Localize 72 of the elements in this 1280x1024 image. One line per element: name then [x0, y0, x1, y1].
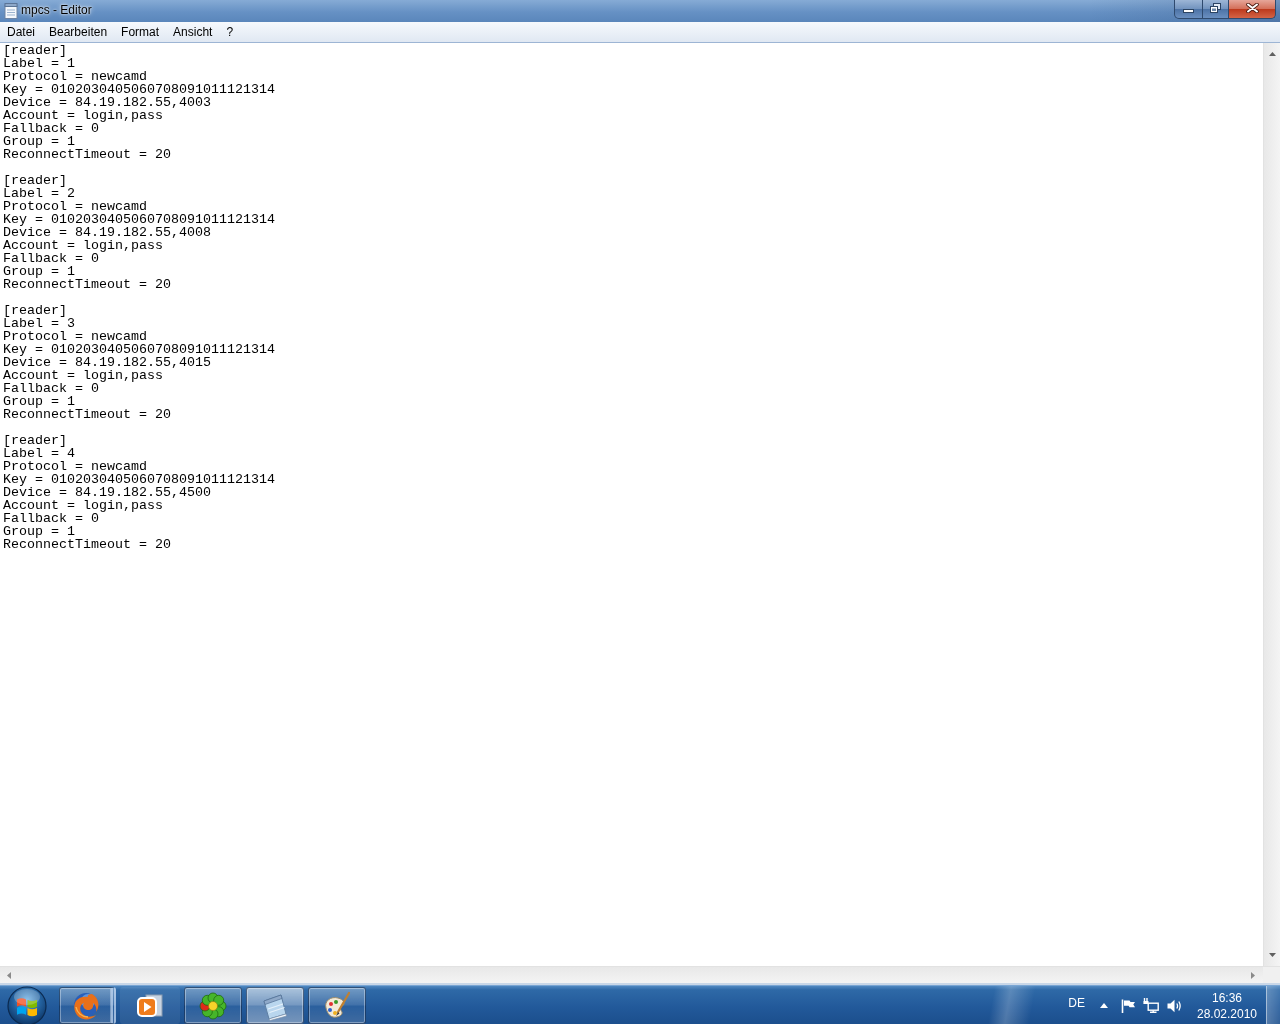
clock-date[interactable]: 28.02.2010 [1196, 1005, 1258, 1022]
window-title: mpcs - Editor [21, 2, 92, 19]
text-line: Label = 2 [3, 187, 75, 200]
language-indicator[interactable]: DE [1068, 995, 1085, 1010]
close-icon[interactable] [1245, 3, 1259, 13]
network-icon[interactable] [1143, 998, 1159, 1013]
text-line: Fallback = 0 [3, 382, 99, 395]
text-line: Protocol = newcamd [3, 200, 147, 213]
text-line: Label = 3 [3, 317, 75, 330]
menu-item[interactable]: ? [219, 22, 241, 42]
horizontal-scrollbar[interactable] [0, 966, 1263, 983]
flag-icon[interactable] [1121, 998, 1135, 1013]
minimize-button[interactable] [1174, 0, 1203, 19]
text-line: Account = login,pass [3, 239, 163, 252]
text-line: Protocol = newcamd [3, 330, 147, 343]
restore-icon[interactable] [1210, 3, 1221, 13]
text-line: Protocol = newcamd [3, 70, 147, 83]
down-arrow-icon[interactable] [1268, 953, 1276, 957]
text-line: Device = 84.19.182.55,4500 [3, 486, 211, 499]
text-line: [reader] [3, 434, 67, 447]
speaker-icon[interactable] [1167, 998, 1182, 1013]
taskbar-button[interactable] [308, 987, 366, 1024]
start-button[interactable] [7, 985, 47, 1024]
taskbar-button[interactable] [120, 987, 180, 1024]
clock-time[interactable]: 16:36 [1212, 989, 1242, 1006]
text-line: Fallback = 0 [3, 122, 99, 135]
text-line: Group = 1 [3, 395, 75, 408]
text-line: Protocol = newcamd [3, 460, 147, 473]
text-line: ReconnectTimeout = 20 [3, 278, 171, 291]
text-line: ReconnectTimeout = 20 [3, 538, 171, 551]
text-line: ReconnectTimeout = 20 [3, 408, 171, 421]
text-line: Key = 0102030405060708091011121314 [3, 473, 275, 486]
text-line: Group = 1 [3, 525, 75, 538]
menu-item[interactable]: Datei [0, 22, 42, 42]
up-arrow-icon[interactable] [1100, 1003, 1108, 1008]
right-arrow-icon[interactable] [1251, 971, 1255, 979]
up-arrow-icon[interactable] [1268, 52, 1276, 56]
text-line: Key = 0102030405060708091011121314 [3, 213, 275, 226]
text-line: ReconnectTimeout = 20 [3, 148, 171, 161]
text-line: Label = 1 [3, 57, 75, 70]
taskbar-button[interactable] [246, 987, 304, 1024]
flower-icon[interactable] [198, 990, 228, 1021]
text-line: Device = 84.19.182.55,4008 [3, 226, 211, 239]
restore-button[interactable] [1203, 0, 1229, 19]
taskbar-button[interactable] [184, 987, 242, 1024]
text-line: Device = 84.19.182.55,4003 [3, 96, 211, 109]
menu-item[interactable]: Ansicht [166, 22, 220, 42]
menu-item[interactable]: Format [114, 22, 167, 42]
vertical-scrollbar[interactable] [1263, 43, 1280, 966]
left-arrow-icon[interactable] [7, 971, 11, 979]
close-button[interactable] [1229, 0, 1276, 19]
text-line: Label = 4 [3, 447, 75, 460]
text-line: Key = 0102030405060708091011121314 [3, 343, 275, 356]
scrollbar-corner [1263, 966, 1280, 983]
text-line: Account = login,pass [3, 369, 163, 382]
text-line: Fallback = 0 [3, 252, 99, 265]
text-line: Account = login,pass [3, 499, 163, 512]
text-line: Group = 1 [3, 135, 75, 148]
text-line: Account = login,pass [3, 109, 163, 122]
text-line: Fallback = 0 [3, 512, 99, 525]
taskbar-button[interactable] [59, 987, 116, 1024]
menu-item[interactable]: Bearbeiten [42, 22, 115, 42]
text-line: Group = 1 [3, 265, 75, 278]
text-line: [reader] [3, 174, 67, 187]
palette-icon[interactable] [322, 990, 352, 1021]
text-line: [reader] [3, 304, 67, 317]
show-desktop-button[interactable] [1266, 986, 1280, 1024]
text-line: Device = 84.19.182.55,4015 [3, 356, 211, 369]
text-line: [reader] [3, 44, 67, 57]
minimize-icon[interactable] [1183, 9, 1194, 13]
notepad-icon [4, 3, 18, 19]
text-line: Key = 0102030405060708091011121314 [3, 83, 275, 96]
